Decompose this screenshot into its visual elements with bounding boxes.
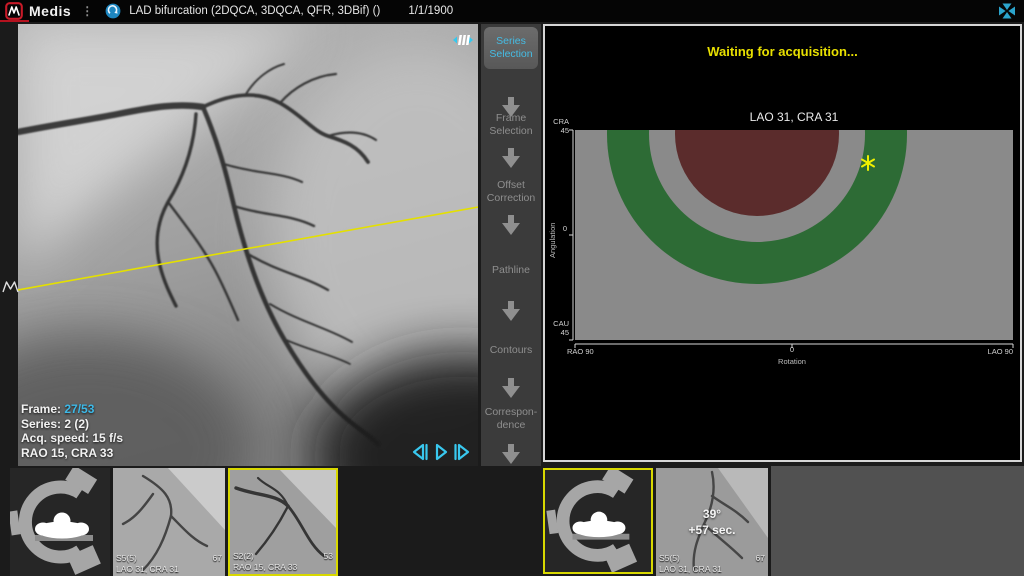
frame-value: 27/53: [64, 402, 94, 416]
projection-value: RAO 15, CRA 33: [21, 446, 123, 461]
down-arrow-icon: [499, 147, 523, 169]
thumb-projection: LAO 31, CRA 31: [659, 564, 722, 574]
c-arm-thumbnail-right-selected[interactable]: [543, 468, 653, 574]
image-overlay-info: Frame: 27/53 Series: 2 (2) Acq. speed: 1…: [21, 402, 123, 460]
x-tick-lao90: LAO 90: [988, 348, 1013, 357]
c-arm-icon: [10, 468, 110, 576]
medis-logo-icon: [4, 2, 24, 20]
kebab-menu-icon[interactable]: ⋮: [81, 4, 93, 18]
workflow-title: LAD bifurcation (2DQCA, 3DQCA, QFR, 3DBi…: [129, 5, 380, 17]
edge-marker-icon: [2, 278, 19, 295]
workflow-step-frame-selection[interactable]: Frame Selection: [481, 112, 541, 137]
collapse-arrows-icon[interactable]: [996, 2, 1018, 20]
empty-filmstrip-area: [771, 466, 1024, 576]
acquisition-overlay: 39° +57 sec.: [656, 506, 768, 538]
gantry-angle: 39°: [656, 506, 768, 522]
series-label: Series:: [21, 417, 61, 431]
x-axis-label: Rotation: [732, 358, 852, 367]
thumb-projection: RAO 15, CRA 33: [233, 562, 297, 572]
speed-label: Acq. speed:: [21, 431, 89, 445]
playback-controls: [410, 442, 474, 462]
angiogram-viewport[interactable]: Frame: 27/53 Series: 2 (2) Acq. speed: 1…: [18, 24, 478, 466]
c-arm-icon: [545, 470, 649, 572]
y-tick-cau45: CAU 45: [547, 320, 569, 337]
thumb-series-id: S5(5): [116, 553, 137, 563]
down-arrow-icon: [499, 443, 523, 465]
thumb-frame-count: 53: [324, 551, 333, 561]
titlebar: Medis ⋮ LAD bifurcation (2DQCA, 3DQCA, Q…: [0, 0, 1024, 22]
speed-value: 15 f/s: [92, 431, 123, 445]
acquisition-delay: +57 sec.: [656, 522, 768, 538]
play-button[interactable]: [437, 445, 446, 459]
app-icon[interactable]: [105, 3, 121, 19]
frame-label: Frame:: [21, 402, 61, 416]
cine-stack-icon[interactable]: [452, 32, 474, 48]
workflow-step-pathline[interactable]: Pathline: [481, 264, 541, 277]
acquisition-thumbnail[interactable]: 39° +57 sec. S5(5) 67 LAO 31, CRA 31: [656, 468, 768, 576]
logo-underline: [0, 20, 29, 22]
target-gauge-chart: [545, 122, 1020, 372]
y-tick-0: 0: [557, 225, 567, 234]
thumb-frame-count: 67: [213, 553, 222, 563]
application-window: Medis ⋮ LAD bifurcation (2DQCA, 3DQCA, Q…: [0, 0, 1024, 576]
step-backward-button[interactable]: [414, 445, 427, 459]
brand-name: Medis: [29, 3, 71, 19]
y-axis-label: Angulation: [549, 223, 558, 258]
series-thumbnail-2-selected[interactable]: S2(2) 53 RAO 15, CRA 33: [228, 468, 338, 576]
c-arm-thumbnail-left[interactable]: [10, 468, 110, 576]
down-arrow-icon: [499, 300, 523, 322]
workflow-step-contours[interactable]: Contours: [481, 344, 541, 357]
series-value: 2 (2): [64, 417, 89, 431]
x-tick-0: 0: [772, 346, 812, 355]
acquisition-panel: Waiting for acquisition... LAO 31, CRA 3…: [543, 24, 1022, 462]
x-tick-rao90: RAO 90: [567, 348, 594, 357]
y-tick-cra45: CRA 45: [547, 118, 569, 135]
workflow-step-correspondence[interactable]: Correspon- dence: [481, 406, 541, 431]
thumb-series-id: S5(5): [659, 553, 680, 563]
thumb-projection: LAO 31, CRA 31: [116, 564, 179, 574]
acquisition-status: Waiting for acquisition...: [545, 44, 1020, 59]
workflow-step-series-selection[interactable]: Series Selection: [484, 27, 538, 69]
down-arrow-icon: [499, 214, 523, 236]
step-forward-button[interactable]: [456, 445, 469, 459]
down-arrow-icon: [499, 377, 523, 399]
thumb-series-id: S2(2): [233, 551, 254, 561]
thumb-frame-count: 67: [756, 553, 765, 563]
study-date: 1/1/1900: [408, 5, 453, 17]
angiogram-image: [18, 24, 478, 466]
workflow-step-offset-correction[interactable]: Offset Correction: [481, 179, 541, 204]
series-thumbnail-1[interactable]: S5(5) 67 LAO 31, CRA 31: [113, 468, 225, 576]
